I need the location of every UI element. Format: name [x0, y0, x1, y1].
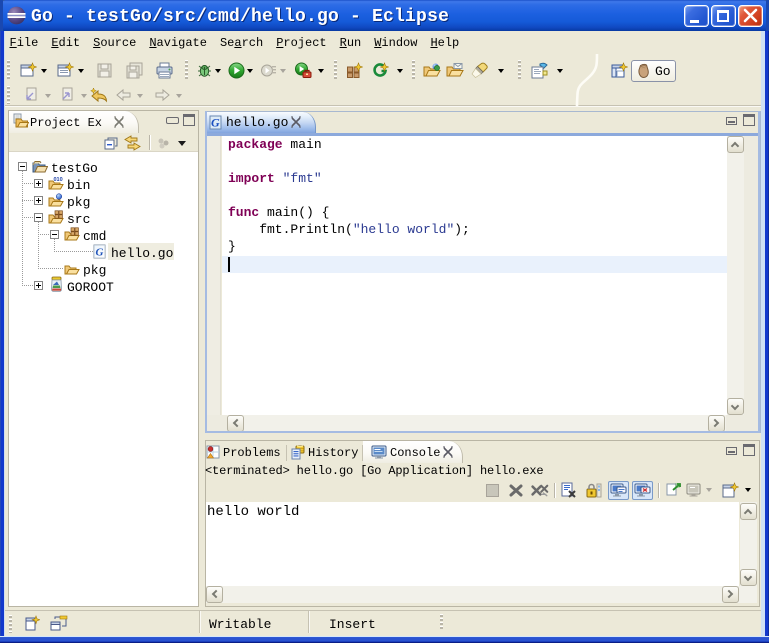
- svg-text:G: G: [96, 247, 104, 259]
- svg-text:010: 010: [54, 177, 63, 183]
- svg-text:G: G: [211, 116, 220, 130]
